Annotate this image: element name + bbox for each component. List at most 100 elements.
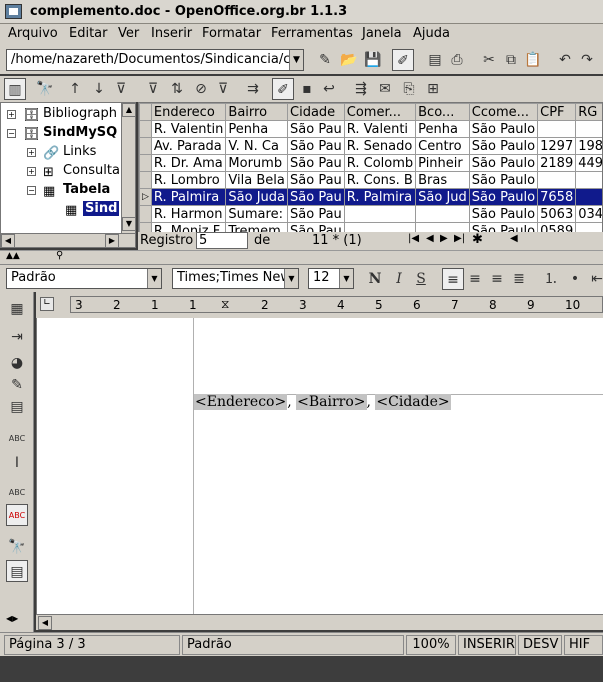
scroll-left-icon[interactable]: ◀ <box>1 234 15 248</box>
explorer-icon[interactable]: ⊞ <box>422 78 444 100</box>
explorer-toggle-icon[interactable]: ▥ <box>4 78 26 100</box>
expand-icon[interactable]: + <box>27 148 36 157</box>
menu-ferramentas[interactable]: Ferramentas <box>271 26 353 41</box>
field-bairro[interactable]: <Bairro> <box>296 394 367 410</box>
copy-icon[interactable]: ⧉ <box>500 49 522 71</box>
undo-icon[interactable]: ↶ <box>554 49 576 71</box>
justify-icon[interactable]: ≣ <box>508 268 530 290</box>
grid-cell[interactable]: Vila Bela <box>225 171 289 189</box>
italic-icon[interactable]: I <box>388 268 410 290</box>
column-header[interactable]: Ccome... <box>468 103 539 121</box>
grid-cell[interactable]: São Paulo <box>468 171 539 189</box>
table-row[interactable]: Av. Parada V. N. Ca São Pau R. Senado Centro… <box>139 137 602 155</box>
ruler-scale[interactable]: 3 2 1 1 2 3 4 5 6 7 8 9 10 ⧖ <box>70 296 603 313</box>
edit-data-icon[interactable]: ✐ <box>272 78 294 100</box>
grid-cell[interactable] <box>415 205 470 223</box>
hyperlink-mode-indicator[interactable]: HIF <box>564 635 603 655</box>
chevron-down-icon[interactable]: ▼ <box>284 269 298 288</box>
grid-cell[interactable] <box>537 120 577 138</box>
grid-cell[interactable]: São Paulo <box>468 154 539 172</box>
tree-horizontal-scrollbar[interactable]: ◀ ▶ <box>1 233 135 248</box>
tree-item-links[interactable]: + 🔗 Links <box>1 143 121 162</box>
row-header[interactable] <box>139 120 152 138</box>
grid-cell[interactable]: Penha <box>415 120 470 138</box>
menu-inserir[interactable]: Inserir <box>151 26 192 41</box>
redo-icon[interactable]: ↷ <box>576 49 598 71</box>
print-icon[interactable]: ⎙ <box>446 49 468 71</box>
menu-janela[interactable]: Janela <box>362 26 402 41</box>
table-row[interactable]: R. Dr. Ama Morumb São Pau R. Colomb Pinheir S… <box>139 154 602 172</box>
align-right-icon[interactable]: ≡ <box>486 268 508 290</box>
grid-cell[interactable]: Av. Parada <box>150 137 227 155</box>
open-folder-icon[interactable]: 📂 <box>338 49 360 71</box>
numbering-icon[interactable]: ⒈ <box>540 268 562 290</box>
page-style-indicator[interactable]: Padrão <box>182 635 404 655</box>
grid-cell[interactable]: São Pau <box>287 120 345 138</box>
last-record-icon[interactable]: ▶| <box>454 233 465 244</box>
url-input[interactable]: /home/nazareth/Documentos/Sindicancia/co… <box>6 49 304 71</box>
find-record-icon[interactable]: 🔭 <box>34 78 56 100</box>
align-left-icon[interactable]: ≡ <box>442 268 464 290</box>
row-header[interactable] <box>139 154 152 172</box>
grid-cell[interactable]: R. Harmon <box>150 205 227 223</box>
grid-cell[interactable]: São Paulo <box>468 120 539 138</box>
tree-item-consulta[interactable]: + ⊞ Consulta <box>1 162 121 181</box>
menu-ver[interactable]: Ver <box>118 26 139 41</box>
data-to-text-icon[interactable]: ⇉ <box>242 78 264 100</box>
field-cidade[interactable]: <Cidade> <box>375 394 451 410</box>
tab-stop-icon[interactable]: ∟ <box>40 297 54 311</box>
grid-cell[interactable]: R. Senado <box>343 137 417 155</box>
collapse-icon[interactable]: − <box>7 129 16 138</box>
grid-cell[interactable]: R. Palmira <box>343 188 417 206</box>
grid-cell[interactable]: Sumare: <box>225 205 289 223</box>
remove-filter-icon[interactable]: ⊘ <box>190 78 212 100</box>
grid-cell[interactable]: R. Valenti <box>343 120 417 138</box>
prev-record-icon[interactable]: ◀ <box>426 233 434 244</box>
tree-item-sind[interactable]: ▦ Sind <box>1 200 121 219</box>
row-header[interactable] <box>139 137 152 155</box>
grid-cell[interactable]: São Pau <box>287 137 345 155</box>
expand-icon[interactable]: + <box>7 110 16 119</box>
chevron-down-icon[interactable]: ▼ <box>147 269 161 288</box>
undo-record-icon[interactable]: ↩ <box>318 78 340 100</box>
pin-icon[interactable]: ⚲ <box>56 250 63 261</box>
decrease-indent-icon[interactable]: ⇤ <box>586 268 603 290</box>
grid-cell[interactable]: São Paulo <box>468 205 539 223</box>
grid-cell[interactable]: R. Dr. Ama <box>150 154 227 172</box>
find-replace-icon[interactable]: 🔭 <box>6 536 28 558</box>
insert-table-icon[interactable]: ▦ <box>6 298 28 320</box>
grid-cell[interactable]: R. Lombro <box>150 171 227 189</box>
export-pdf-icon[interactable]: ▤ <box>424 49 446 71</box>
cut-icon[interactable]: ✂ <box>478 49 500 71</box>
sort-ascending-icon[interactable]: ↑ <box>64 78 86 100</box>
grid-cell[interactable] <box>575 188 602 206</box>
autocomplete-icon[interactable]: ABC <box>6 428 28 450</box>
grid-cell[interactable]: R. Valentin <box>150 120 227 138</box>
draw-functions-icon[interactable]: ✎ <box>6 374 28 396</box>
paste-icon[interactable]: 📋 <box>522 49 544 71</box>
font-size-select[interactable]: 12 ▼ <box>308 268 354 289</box>
merge-fields-paragraph[interactable]: <Endereco>, <Bairro>, <Cidade> <box>194 394 451 410</box>
grid-cell[interactable] <box>575 120 602 138</box>
grid-cell[interactable]: 5063 <box>537 205 577 223</box>
grid-cell[interactable]: 7658 <box>537 188 577 206</box>
collapse-icon[interactable]: − <box>27 186 36 195</box>
underline-icon[interactable]: S <box>410 268 432 290</box>
mail-merge-icon[interactable]: ✉ <box>374 78 396 100</box>
column-header[interactable]: Endereco <box>150 103 227 121</box>
paragraph-style-select[interactable]: Padrão ▼ <box>6 268 162 289</box>
grid-cell[interactable]: São Pau <box>287 205 345 223</box>
save-record-icon[interactable]: ▪ <box>296 78 318 100</box>
filter-icon[interactable]: ⊽ <box>142 78 164 100</box>
record-number-input[interactable]: 5 <box>196 232 248 249</box>
bold-icon[interactable]: N <box>364 268 386 290</box>
table-row[interactable]: ▷ R. Palmira São Juda São Pau R. Palmira São … <box>139 188 602 206</box>
tree-item-sindmysql[interactable]: − 🗄 SindMySQ <box>1 124 121 143</box>
scroll-down-icon[interactable]: ▼ <box>122 217 136 231</box>
grid-cell[interactable]: R. Cons. B <box>343 171 417 189</box>
insert-object-icon[interactable]: ◕ <box>6 352 28 374</box>
column-header[interactable]: CPF <box>537 103 577 121</box>
grid-cell[interactable]: São Pau <box>287 171 345 189</box>
column-header[interactable]: RG <box>575 103 602 121</box>
tree-vertical-scrollbar[interactable]: ▲ ▼ <box>121 103 136 233</box>
